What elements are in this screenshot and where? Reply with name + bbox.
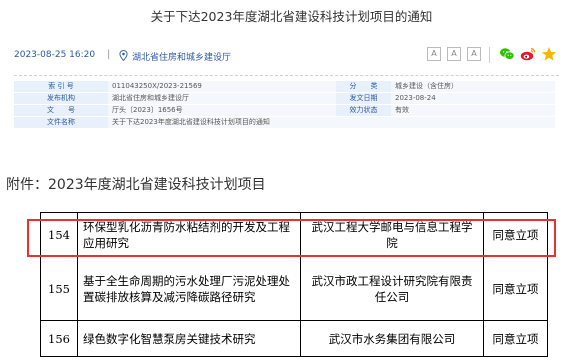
project-number: 156: [40, 320, 78, 357]
info-value: 2023-08-24: [391, 92, 555, 106]
project-organization: 武汉市政工程设计研究院有限责任公司: [300, 256, 484, 321]
meta-bar: 2023-08-25 16:20 | 湖北省住房和城乡建设厅 A A A: [14, 36, 559, 76]
document-info-table: 索 引 号 011043250X/2023-21569 分 类 城乡建设（含住房…: [14, 81, 555, 130]
favorite-star-icon[interactable]: [541, 46, 557, 62]
table-row: 154 环保型乳化沥青防水粘结剂的开发及工程应用研究 武汉工程大学邮电与信息工程…: [40, 212, 548, 257]
page-title: 关于下达2023年度湖北省建设科技计划项目的通知: [150, 9, 433, 24]
project-name: 环保型乳化沥青防水粘结剂的开发及工程应用研究: [77, 212, 301, 257]
project-number: 155: [40, 256, 78, 321]
table-row: 155 基于全生命周期的污水处理厂污泥处理处置碳排放核算及减污降碳路径研究 武汉…: [40, 256, 548, 321]
info-key: 索 引 号: [14, 81, 108, 94]
wechat-icon[interactable]: [499, 46, 515, 62]
project-status: 同意立项: [483, 320, 548, 357]
project-organization: 武汉工程大学邮电与信息工程学院: [300, 212, 484, 257]
attachment-heading: 附件：2023年度湖北省建设科技计划项目: [6, 177, 266, 193]
project-number: 154: [40, 212, 78, 257]
location-pin-icon: [119, 50, 128, 61]
font-size-small-button[interactable]: A: [467, 47, 481, 61]
project-name: 基于全生命周期的污水处理厂污泥处理处置碳排放核算及减污降碳路径研究: [77, 256, 301, 321]
info-value: 厅头〔2023〕1656号: [108, 104, 336, 118]
toolbar-divider: [489, 47, 490, 63]
info-key: 分 类: [336, 81, 391, 94]
info-value: 关于下达2023年度湖北省建设科技计划项目的通知: [108, 116, 555, 130]
project-status: 同意立项: [483, 212, 548, 257]
info-key: 发布机构: [14, 92, 108, 106]
info-key: 效力状态: [336, 104, 391, 118]
publish-date: 2023-08-25 16:20: [14, 50, 96, 60]
info-row: 发布机构 湖北省住房和城乡建设厅 发文日期 2023-08-24: [14, 92, 555, 106]
info-key: 文 号: [14, 104, 108, 118]
project-name: 绿色数字化智慧泵房关键技术研究: [77, 320, 301, 357]
info-key: 文件名称: [14, 116, 108, 130]
info-row: 索 引 号 011043250X/2023-21569 分 类 城乡建设（含住房…: [14, 81, 555, 94]
info-row: 文 号 厅头〔2023〕1656号 效力状态 有效: [14, 104, 555, 118]
source-link[interactable]: 湖北省住房和城乡建设厅: [132, 50, 231, 63]
info-value: 011043250X/2023-21569: [108, 81, 336, 94]
font-size-medium-button[interactable]: A: [447, 47, 461, 61]
font-size-large-button[interactable]: A: [427, 47, 441, 61]
info-value: 有效: [391, 104, 555, 118]
info-row: 文件名称 关于下达2023年度湖北省建设科技计划项目的通知: [14, 116, 555, 130]
meta-separator: |: [107, 49, 111, 60]
table-row: 156 绿色数字化智慧泵房关键技术研究 武汉市水务集团有限公司 同意立项: [40, 320, 548, 357]
info-key: 发文日期: [336, 92, 391, 106]
info-value: 湖北省住房和城乡建设厅: [108, 92, 336, 106]
project-status: 同意立项: [483, 256, 548, 321]
projects-table: 154 环保型乳化沥青防水粘结剂的开发及工程应用研究 武汉工程大学邮电与信息工程…: [40, 212, 548, 357]
weibo-icon[interactable]: [520, 46, 536, 62]
info-value: 城乡建设（含住房）: [391, 81, 555, 94]
project-organization: 武汉市水务集团有限公司: [300, 320, 484, 357]
